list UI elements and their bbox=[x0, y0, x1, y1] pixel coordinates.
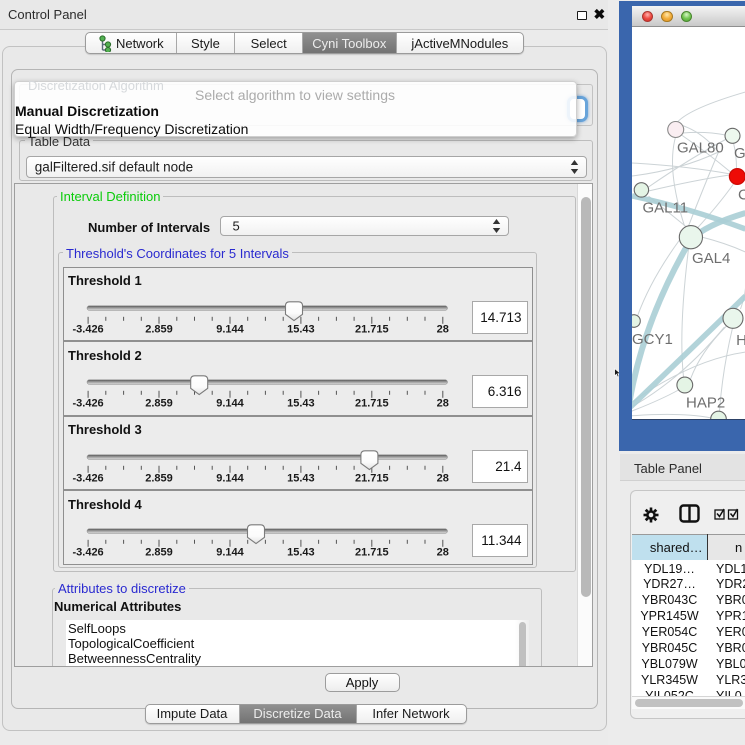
svg-text:9.144: 9.144 bbox=[216, 472, 244, 484]
svg-text:GAL4: GAL4 bbox=[692, 250, 730, 267]
svg-text:GAL11: GAL11 bbox=[642, 200, 688, 217]
svg-text:15.43: 15.43 bbox=[287, 398, 315, 410]
svg-text:-3.426: -3.426 bbox=[72, 472, 103, 484]
svg-text:-3.426: -3.426 bbox=[72, 323, 103, 335]
svg-text:2.859: 2.859 bbox=[145, 398, 173, 410]
svg-text:9.144: 9.144 bbox=[216, 323, 244, 335]
svg-text:21.715: 21.715 bbox=[355, 547, 389, 559]
svg-text:H: H bbox=[736, 332, 745, 349]
svg-text:28: 28 bbox=[437, 547, 449, 559]
svg-text:21.715: 21.715 bbox=[355, 472, 389, 484]
svg-text:GAL80: GAL80 bbox=[677, 140, 724, 157]
svg-text:GCY1: GCY1 bbox=[632, 331, 673, 348]
svg-text:2.859: 2.859 bbox=[145, 472, 173, 484]
svg-text:9.144: 9.144 bbox=[216, 547, 244, 559]
svg-text:28: 28 bbox=[437, 323, 449, 335]
svg-text:15.43: 15.43 bbox=[287, 547, 315, 559]
svg-text:15.43: 15.43 bbox=[287, 323, 315, 335]
svg-text:C: C bbox=[738, 187, 745, 204]
svg-text:28: 28 bbox=[437, 398, 449, 410]
svg-text:21.715: 21.715 bbox=[355, 398, 389, 410]
svg-text:2.859: 2.859 bbox=[145, 547, 173, 559]
svg-text:-3.426: -3.426 bbox=[72, 398, 103, 410]
svg-text:GA: GA bbox=[734, 145, 745, 162]
svg-text:-3.426: -3.426 bbox=[72, 547, 103, 559]
svg-text:21.715: 21.715 bbox=[355, 323, 389, 335]
svg-text:9.144: 9.144 bbox=[216, 398, 244, 410]
svg-text:2.859: 2.859 bbox=[145, 323, 173, 335]
svg-text:15.43: 15.43 bbox=[287, 472, 315, 484]
svg-text:28: 28 bbox=[437, 472, 449, 484]
svg-text:HAP2: HAP2 bbox=[686, 395, 725, 412]
